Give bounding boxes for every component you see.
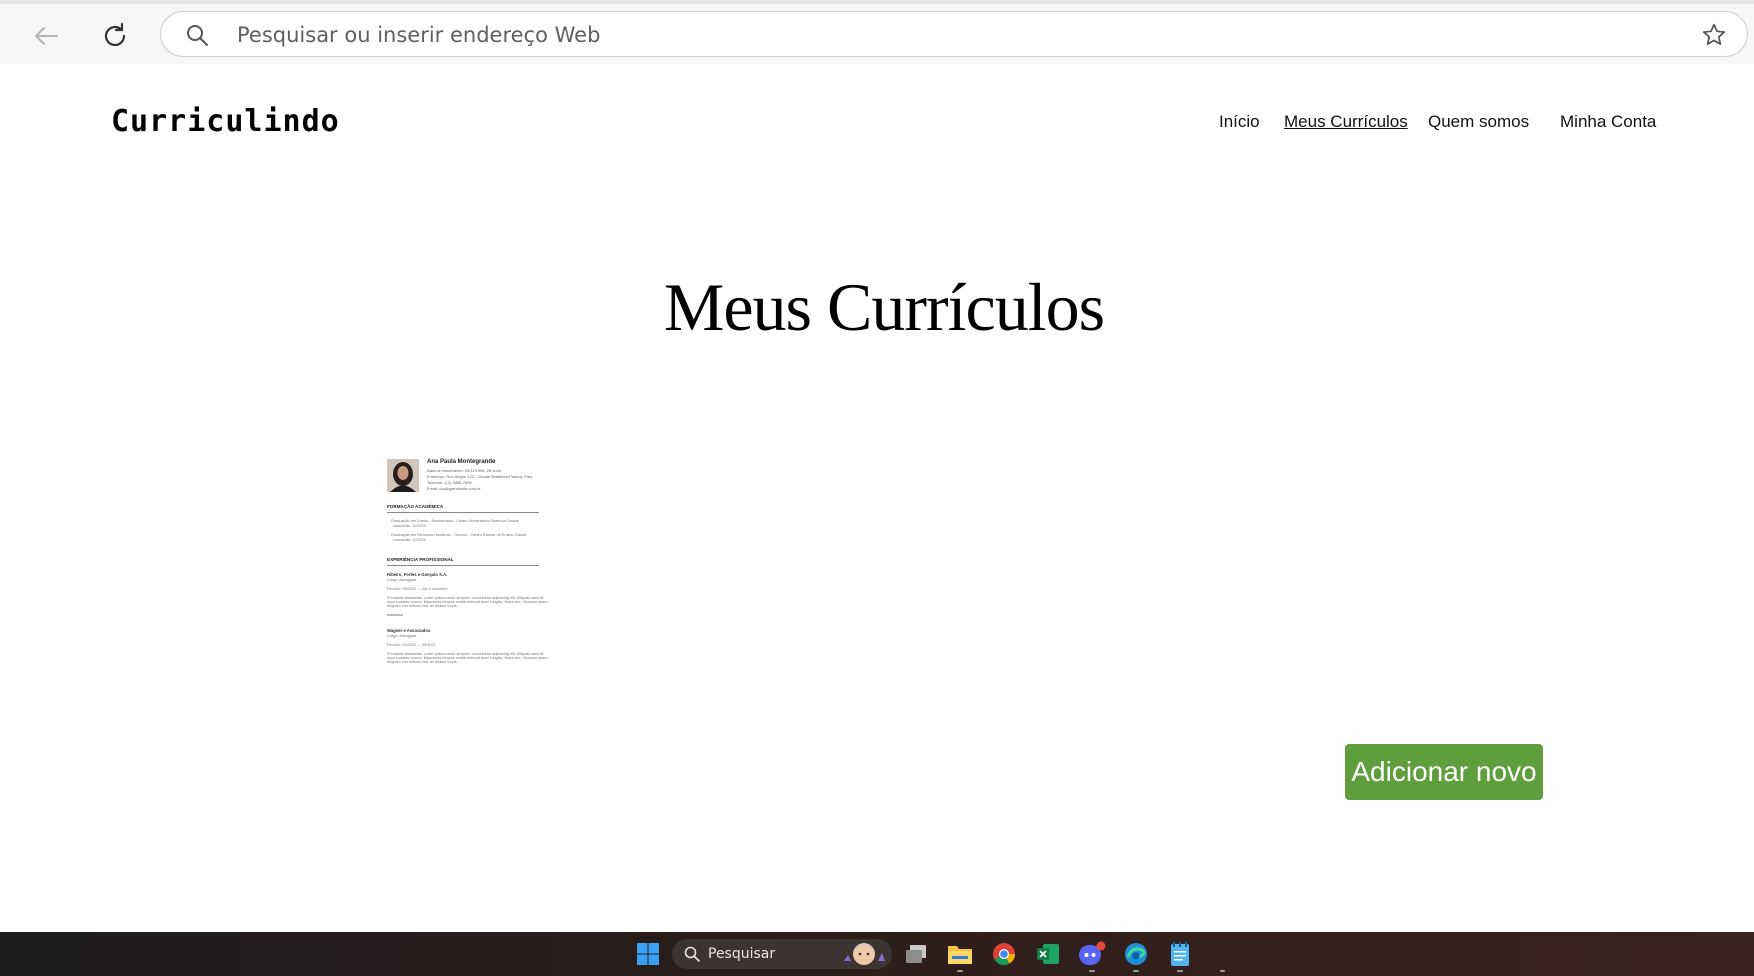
resume-job-role: Cargo: Advogada bbox=[387, 634, 417, 638]
notepad-icon bbox=[1171, 942, 1189, 966]
resume-divider bbox=[387, 565, 539, 566]
search-highlight-icon bbox=[844, 943, 885, 965]
chrome-icon bbox=[993, 943, 1015, 965]
add-new-resume-button[interactable]: Adicionar novo bbox=[1345, 744, 1543, 800]
resume-section-experience: EXPERIÊNCIA PROFISSIONAL bbox=[387, 557, 454, 562]
browser-tab-strip-edge bbox=[0, 0, 1754, 4]
resume-detail: Endereço: Rua Alegre 123 - Cidade Brasil… bbox=[427, 474, 533, 479]
resume-job-role: Cargo: Advogada bbox=[387, 578, 417, 582]
taskbar-search-label: Pesquisar bbox=[708, 946, 776, 962]
profile-photo-icon bbox=[387, 459, 419, 492]
site-logo[interactable]: Curriculindo bbox=[111, 104, 340, 139]
back-button[interactable] bbox=[26, 16, 66, 56]
resume-job-company: Wagner e Associados bbox=[387, 628, 431, 633]
reload-button[interactable] bbox=[95, 16, 135, 56]
address-bar[interactable] bbox=[160, 11, 1748, 57]
resume-job-period: Período: 06/2021 — Até o momento bbox=[387, 587, 448, 591]
overflow-indicator bbox=[1220, 970, 1225, 972]
discord-icon bbox=[1079, 941, 1106, 965]
windows-start-button[interactable] bbox=[634, 940, 662, 968]
site-nav: Início Meus Currículos Quem somos Minha … bbox=[1200, 112, 1670, 138]
nav-link-meus-curriculos[interactable]: Meus Currículos bbox=[1284, 112, 1408, 132]
edge-icon bbox=[1125, 943, 1147, 965]
nav-link-quem-somos[interactable]: Quem somos bbox=[1428, 112, 1529, 132]
resume-job-company: Ribeiro, Fortes e Gonçalo S.A. bbox=[387, 572, 448, 577]
search-icon bbox=[684, 946, 700, 962]
resume-job-period: Período: 02/2021 — 05/2021 bbox=[387, 643, 436, 647]
back-arrow-icon bbox=[35, 27, 58, 45]
resume-education-item: conclusão: 12/2020 bbox=[393, 524, 426, 528]
resume-section-education: FORMAÇÃO ACADÊMICA bbox=[387, 504, 444, 509]
running-indicator bbox=[1089, 970, 1095, 972]
resume-education-item: Graduação em Recursos Humanos - Técnico … bbox=[391, 533, 527, 537]
resume-detail: Email: ola@grandesite.com.br bbox=[427, 486, 481, 491]
resume-detail: Data de nascimento: 20/11/1996, 28 anos bbox=[427, 468, 501, 473]
edge-button[interactable] bbox=[1122, 940, 1150, 968]
nav-link-inicio[interactable]: Início bbox=[1219, 112, 1260, 132]
resume-job-desc: Aliquam non ultrices nisl, ac dictum tur… bbox=[387, 604, 458, 608]
taskbar: Pesquisar bbox=[0, 932, 1754, 976]
file-explorer-icon bbox=[948, 946, 972, 964]
resume-divider bbox=[387, 512, 539, 513]
resume-separator bbox=[387, 614, 403, 616]
reload-icon bbox=[104, 22, 126, 47]
task-view-icon bbox=[906, 945, 926, 963]
resume-job-desc: Aliquam non ultrices nisl, ac dictum tur… bbox=[387, 660, 458, 664]
excel-button[interactable] bbox=[1034, 940, 1062, 968]
nav-link-minha-conta[interactable]: Minha Conta bbox=[1560, 112, 1656, 132]
search-icon bbox=[187, 25, 208, 46]
notepad-button[interactable] bbox=[1166, 940, 1194, 968]
running-indicator bbox=[1177, 970, 1183, 972]
task-view-button[interactable] bbox=[902, 940, 930, 968]
address-input[interactable] bbox=[235, 18, 1639, 52]
taskbar-search[interactable]: Pesquisar bbox=[672, 939, 892, 969]
favorite-star-icon[interactable] bbox=[1701, 22, 1727, 48]
excel-icon bbox=[1037, 944, 1059, 964]
discord-button[interactable] bbox=[1078, 940, 1106, 968]
file-explorer-button[interactable] bbox=[946, 940, 974, 968]
resume-thumbnail[interactable]: Ana Paula Montegrande Data de nascimento… bbox=[385, 456, 549, 672]
running-indicator bbox=[957, 970, 963, 972]
resume-education-item: Graduação em Direito - Bacharelado - Cen… bbox=[391, 519, 519, 523]
resume-photo bbox=[387, 459, 419, 492]
browser-toolbar bbox=[0, 0, 1754, 64]
page-title: Meus Currículos bbox=[663, 269, 1105, 345]
windows-start-icon bbox=[637, 943, 659, 965]
running-indicator bbox=[1133, 970, 1139, 972]
chrome-button[interactable] bbox=[990, 940, 1018, 968]
resume-detail: Telefone: (12) 3456-7890 bbox=[427, 480, 472, 485]
resume-name: Ana Paula Montegrande bbox=[427, 459, 496, 465]
resume-education-item: conclusão: 12/2020 bbox=[393, 538, 426, 542]
